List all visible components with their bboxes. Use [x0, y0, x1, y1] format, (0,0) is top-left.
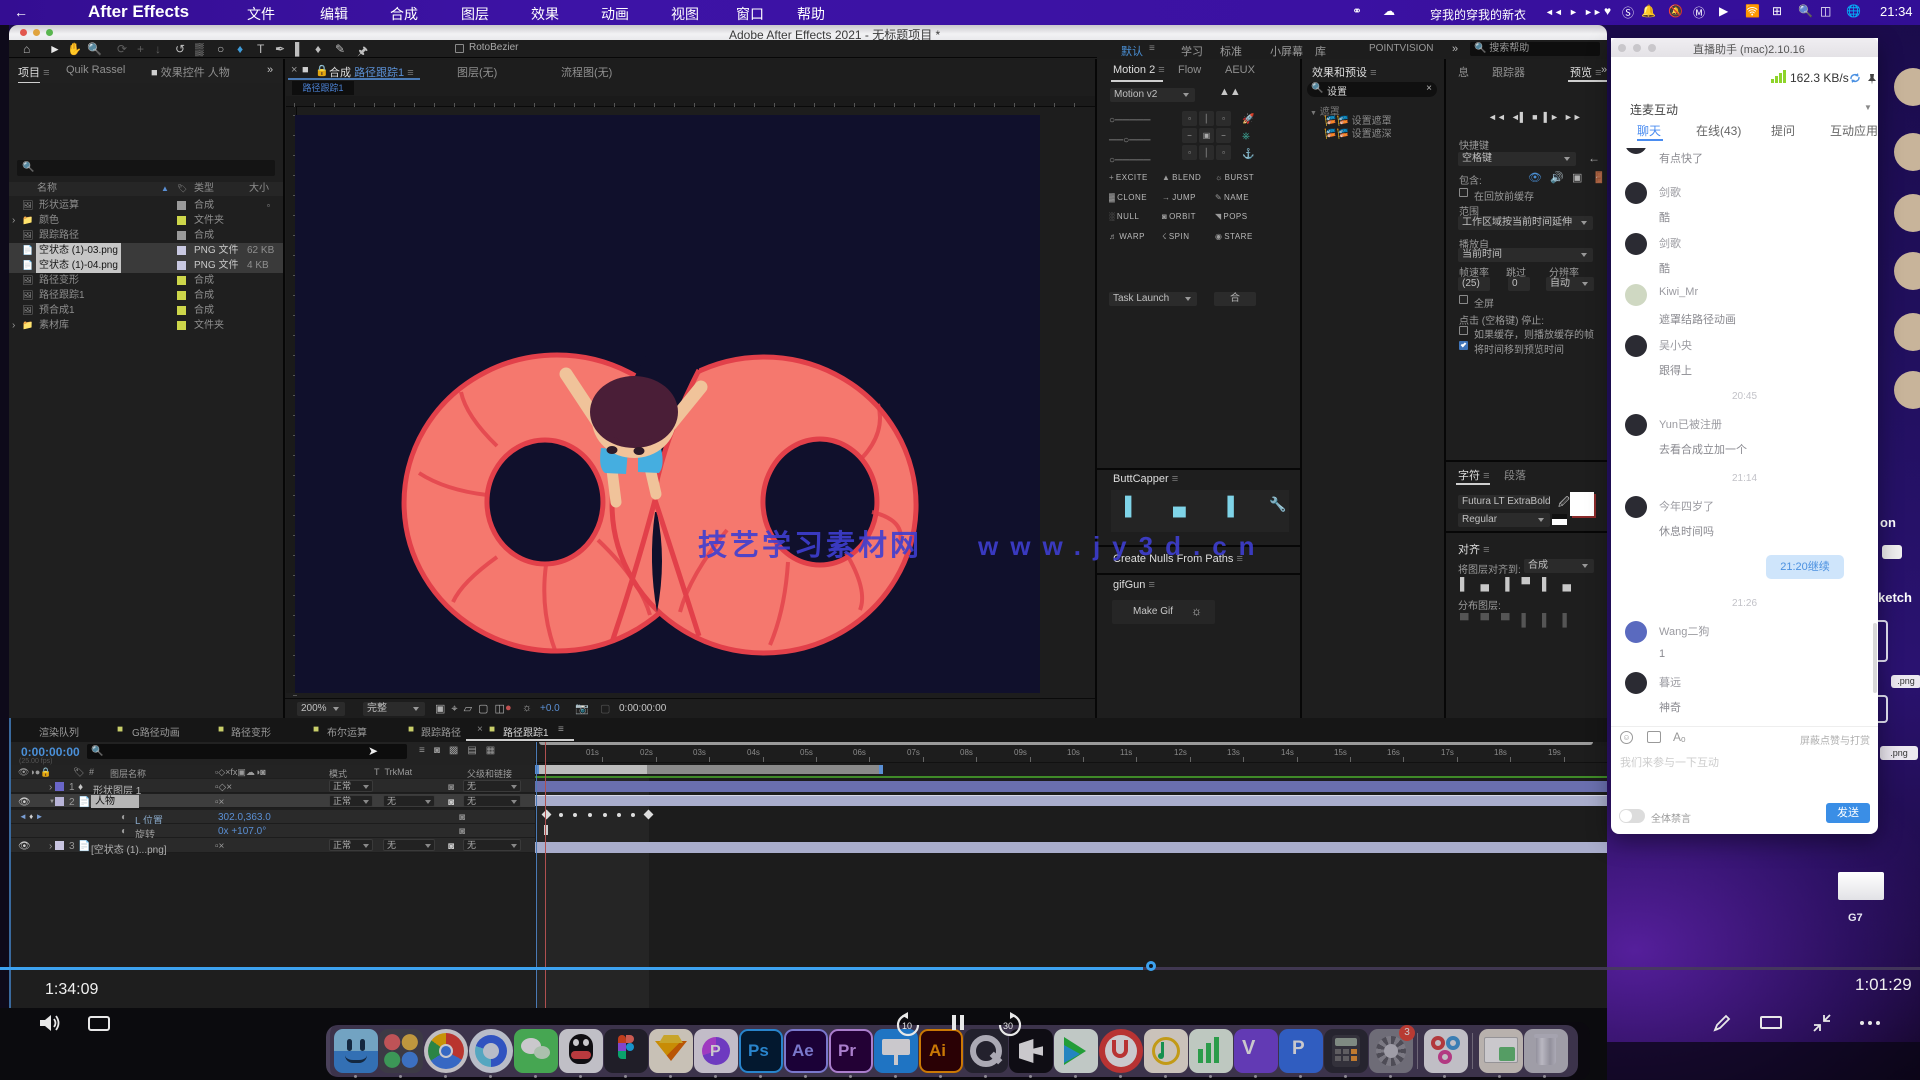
svg-text:10: 10 — [902, 1021, 912, 1031]
svg-text:30: 30 — [1003, 1021, 1013, 1031]
